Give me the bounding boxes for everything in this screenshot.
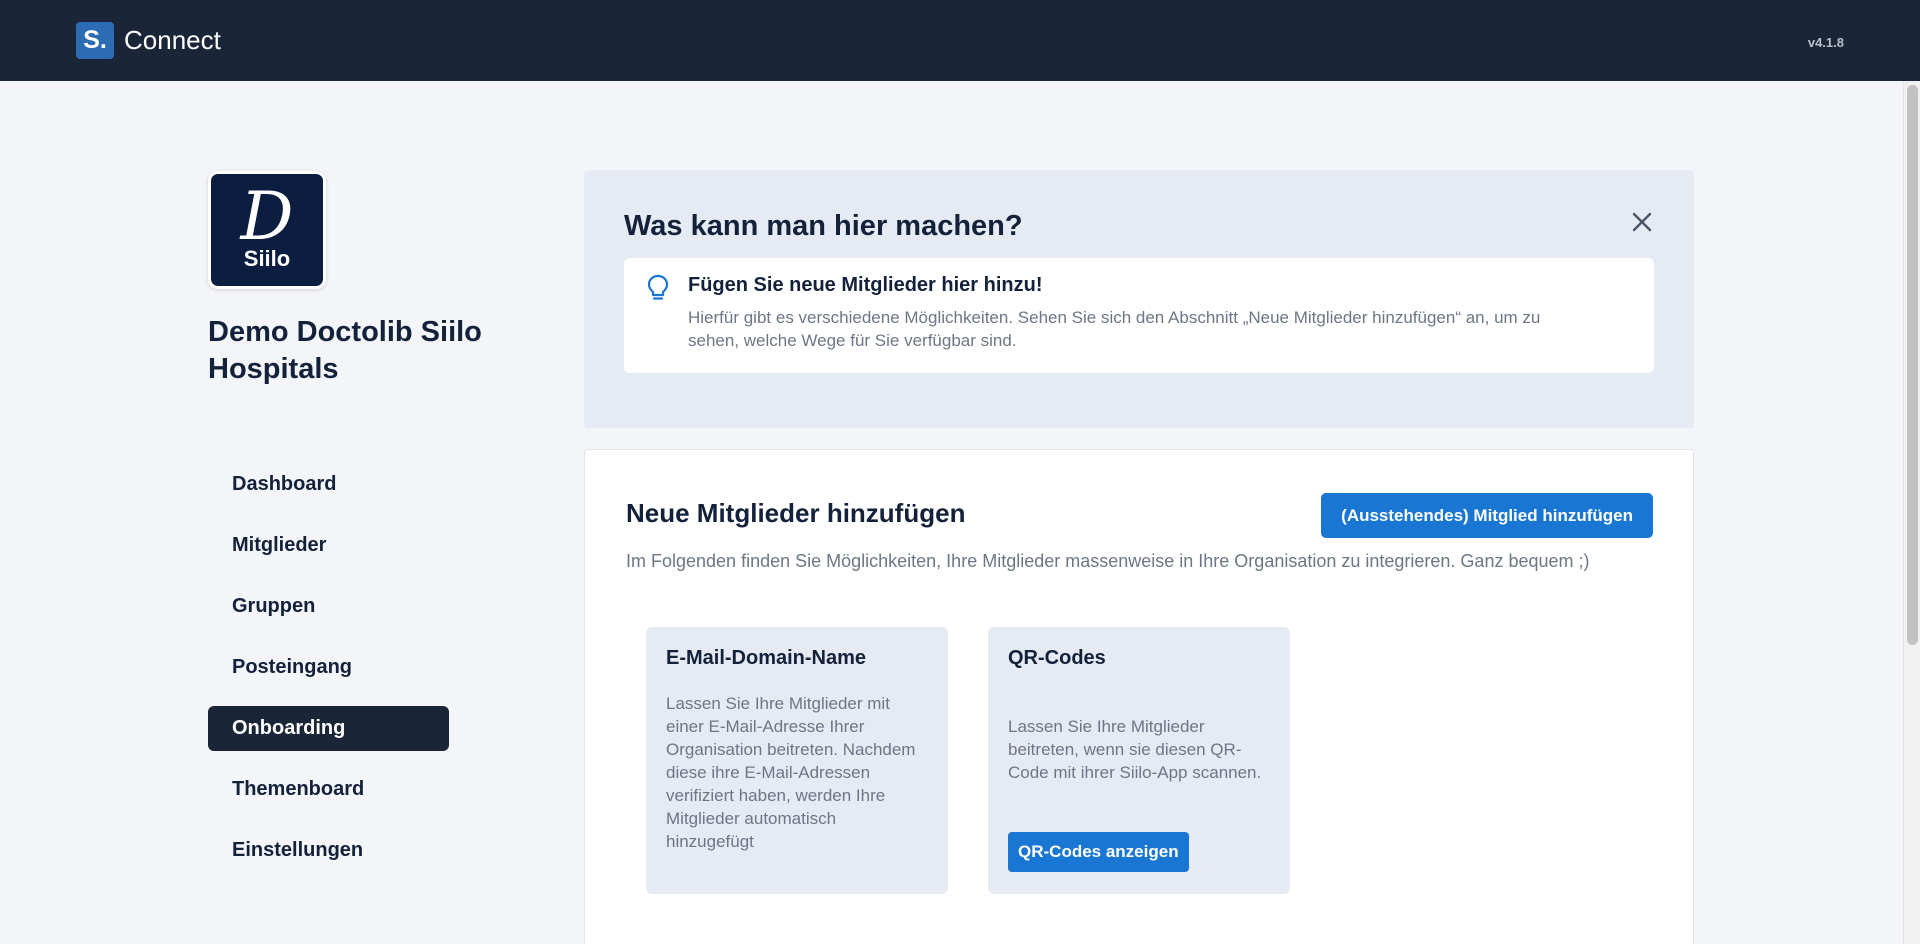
show-qr-codes-button[interactable]: QR-Codes anzeigen (1008, 832, 1189, 872)
scrollbar[interactable] (1903, 81, 1920, 944)
tip-box: Fügen Sie neue Mitglieder hier hinzu! Hi… (624, 258, 1654, 373)
option-title: QR-Codes (1008, 647, 1106, 669)
info-panel-title: Was kann man hier machen? (624, 210, 1023, 242)
add-members-card: Neue Mitglieder hinzufügen (Ausstehendes… (584, 449, 1694, 944)
top-bar: S. Connect v4.1.8 (0, 0, 1920, 81)
scrollbar-thumb[interactable] (1907, 85, 1918, 645)
sidebar-item-gruppen[interactable]: Gruppen (208, 584, 449, 629)
brand[interactable]: S. Connect (76, 22, 221, 59)
option-card-qr-codes: QR-Codes Lassen Sie Ihre Mitglieder beit… (988, 627, 1290, 894)
option-card-email-domain: E-Mail-Domain-Name Lassen Sie Ihre Mitgl… (646, 627, 948, 894)
add-members-subtitle: Im Folgenden finden Sie Möglichkeiten, I… (626, 551, 1590, 571)
sidebar-item-themenboard[interactable]: Themenboard (208, 767, 449, 812)
option-text: Lassen Sie Ihre Mitglieder mit einer E-M… (666, 694, 916, 851)
organization-name: Demo Doctolib Siilo Hospitals (208, 316, 482, 385)
brand-logo: S. (76, 22, 114, 59)
organization-logo: D Siilo (208, 171, 326, 289)
sidebar-item-mitglieder[interactable]: Mitglieder (208, 523, 449, 568)
lightbulb-icon (647, 274, 669, 300)
app-name: Connect (124, 25, 221, 55)
option-text: Lassen Sie Ihre Mitglieder beitreten, we… (1008, 717, 1262, 782)
organization-logo-letter: D (240, 178, 294, 255)
add-member-button[interactable]: (Ausstehendes) Mitglied hinzufügen (1321, 493, 1653, 538)
organization-logo-label: Siilo (243, 246, 291, 271)
info-panel: Was kann man hier machen? Fügen Sie neue… (584, 170, 1694, 428)
add-members-title: Neue Mitglieder hinzufügen (626, 498, 966, 528)
version-label: v4.1.8 (1807, 35, 1844, 50)
option-title: E-Mail-Domain-Name (666, 647, 867, 669)
sidebar-item-einstellungen[interactable]: Einstellungen (208, 828, 449, 873)
tip-text: Hierfür gibt es verschiedene Möglichkeit… (688, 308, 1541, 350)
sidebar-nav: Dashboard Mitglieder Gruppen Posteingang… (208, 462, 449, 889)
sidebar-item-dashboard[interactable]: Dashboard (208, 462, 449, 507)
sidebar-item-onboarding[interactable]: Onboarding (208, 706, 449, 751)
sidebar-item-posteingang[interactable]: Posteingang (208, 645, 449, 690)
close-icon[interactable] (1630, 210, 1654, 234)
tip-title: Fügen Sie neue Mitglieder hier hinzu! (688, 274, 1043, 296)
